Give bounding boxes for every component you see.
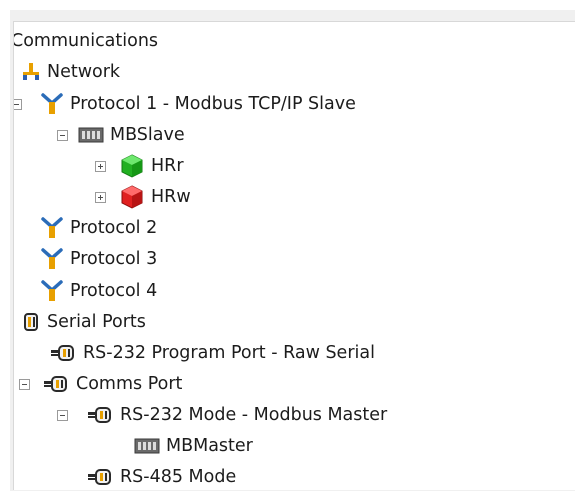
tree-node-label: MBMaster — [166, 436, 253, 456]
serial-ports-icon — [23, 312, 41, 332]
expand-toggle[interactable] — [95, 161, 106, 172]
tree-node-protocol-4[interactable]: Protocol 4 — [14, 276, 575, 306]
plug-icon — [88, 468, 114, 486]
tree-node-label: RS-232 Mode - Modbus Master — [120, 405, 388, 425]
tree-node-rs232-program-port[interactable]: RS-232 Program Port - Raw Serial — [14, 338, 575, 368]
network-icon — [21, 62, 41, 82]
tree-node-label: Protocol 4 — [70, 281, 158, 301]
tree-node-label: RS-232 Program Port - Raw Serial — [83, 343, 375, 363]
plug-icon — [51, 344, 77, 362]
tree-node-label: HRw — [151, 187, 191, 207]
tree-node-serial-ports[interactable]: Serial Ports — [14, 307, 575, 337]
tree-node-label: Communications — [13, 31, 159, 51]
tree-node-label: Comms Port — [76, 374, 183, 394]
tree-node-protocol-2[interactable]: Protocol 2 — [14, 213, 575, 243]
expand-toggle[interactable] — [95, 192, 106, 203]
tree-node-mbmaster[interactable]: MBMaster — [14, 431, 575, 461]
tree-node-mbslave[interactable]: MBSlave — [14, 120, 575, 150]
protocol-fork-icon — [40, 247, 64, 271]
tree-node-protocol-1[interactable]: Protocol 1 - Modbus TCP/IP Slave — [14, 89, 575, 119]
tree-node-label: Protocol 3 — [70, 249, 158, 269]
green-cube-icon — [119, 153, 145, 179]
tree-node-label: Network — [47, 62, 121, 82]
tree-node-rs232-mode[interactable]: RS-232 Mode - Modbus Master — [14, 400, 575, 430]
red-cube-icon — [119, 184, 145, 210]
tree-node-network[interactable]: Network — [14, 57, 575, 87]
tree-node-protocol-3[interactable]: Protocol 3 — [14, 244, 575, 274]
tree-node-label: HRr — [151, 156, 184, 176]
plug-icon — [44, 375, 70, 393]
tree-node-hrw[interactable]: HRw — [14, 182, 575, 212]
tree-node-label: MBSlave — [110, 125, 185, 145]
tree-node-hrr[interactable]: HRr — [14, 151, 575, 181]
tree-node-label: Protocol 2 — [70, 218, 158, 238]
protocol-fork-icon — [40, 216, 64, 240]
plug-icon — [88, 406, 114, 424]
device-block-icon — [78, 127, 104, 143]
tree-node-comms-port[interactable]: Comms Port — [14, 369, 575, 399]
protocol-fork-icon — [40, 279, 64, 303]
tree-node-label: Protocol 1 - Modbus TCP/IP Slave — [70, 94, 356, 114]
tree-node-communications[interactable]: Communications — [14, 26, 575, 56]
tree-node-label: Serial Ports — [47, 312, 146, 332]
tree-node-rs485-mode[interactable]: RS-485 Mode — [14, 462, 575, 490]
collapse-toggle[interactable] — [19, 379, 30, 390]
collapse-toggle[interactable] — [14, 99, 22, 110]
collapse-toggle[interactable] — [57, 130, 68, 141]
communications-tree[interactable]: Communications Network Protocol 1 - Modb… — [13, 21, 575, 490]
tree-node-label: RS-485 Mode — [120, 467, 237, 487]
protocol-fork-icon — [40, 92, 64, 116]
device-block-icon — [134, 438, 160, 454]
collapse-toggle[interactable] — [57, 410, 68, 421]
